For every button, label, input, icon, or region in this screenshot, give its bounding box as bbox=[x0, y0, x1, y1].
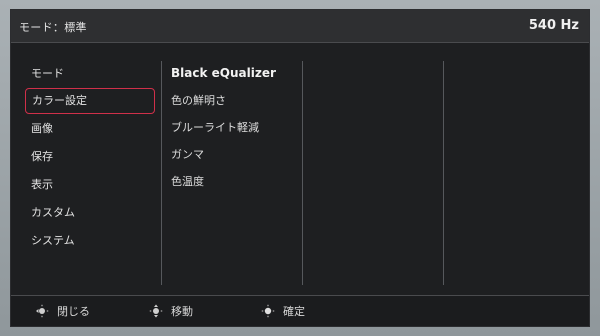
submenu-item-color-vibrance[interactable]: 色の鮮明さ bbox=[171, 87, 306, 114]
menu-item-save[interactable]: 保存 bbox=[25, 143, 157, 170]
osd-footer: 閉じる 移動 確定 bbox=[11, 295, 589, 326]
menu-item-color-settings[interactable]: カラー設定 bbox=[25, 88, 155, 114]
osd-panel: モード：標準 540 Hz モード カラー設定 画像 保存 表示 カスタム シス… bbox=[10, 9, 590, 327]
move-label: 移動 bbox=[171, 305, 193, 318]
current-mode-label: モード：標準 bbox=[19, 21, 87, 34]
submenu-item-low-blue-light[interactable]: ブルーライト軽減 bbox=[171, 114, 306, 141]
refresh-rate-label: 540 Hz bbox=[528, 18, 579, 33]
osd-header: モード：標準 540 Hz bbox=[11, 10, 589, 43]
column-divider-2 bbox=[302, 61, 303, 285]
submenu-color-settings: Black eQualizer 色の鮮明さ ブルーライト軽減 ガンマ 色温度 bbox=[171, 60, 306, 195]
main-menu: モード カラー設定 画像 保存 表示 カスタム システム bbox=[25, 60, 157, 255]
column-divider-3 bbox=[443, 61, 444, 285]
menu-item-display[interactable]: 表示 bbox=[25, 171, 157, 198]
joystick-updown-icon bbox=[149, 304, 163, 318]
close-hint[interactable]: 閉じる bbox=[35, 303, 90, 319]
submenu-item-black-equalizer[interactable]: Black eQualizer bbox=[171, 60, 306, 87]
menu-item-system[interactable]: システム bbox=[25, 227, 157, 254]
menu-item-picture[interactable]: 画像 bbox=[25, 115, 157, 142]
submenu-item-color-temperature[interactable]: 色温度 bbox=[171, 168, 306, 195]
close-label: 閉じる bbox=[57, 305, 90, 318]
joystick-press-icon bbox=[261, 304, 275, 318]
submenu-item-gamma[interactable]: ガンマ bbox=[171, 141, 306, 168]
joystick-left-icon bbox=[35, 304, 49, 318]
move-hint[interactable]: 移動 bbox=[149, 303, 193, 319]
menu-item-custom[interactable]: カスタム bbox=[25, 199, 157, 226]
confirm-label: 確定 bbox=[283, 305, 305, 318]
confirm-hint[interactable]: 確定 bbox=[261, 303, 305, 319]
menu-item-mode[interactable]: モード bbox=[25, 60, 157, 87]
column-divider-1 bbox=[161, 61, 162, 285]
